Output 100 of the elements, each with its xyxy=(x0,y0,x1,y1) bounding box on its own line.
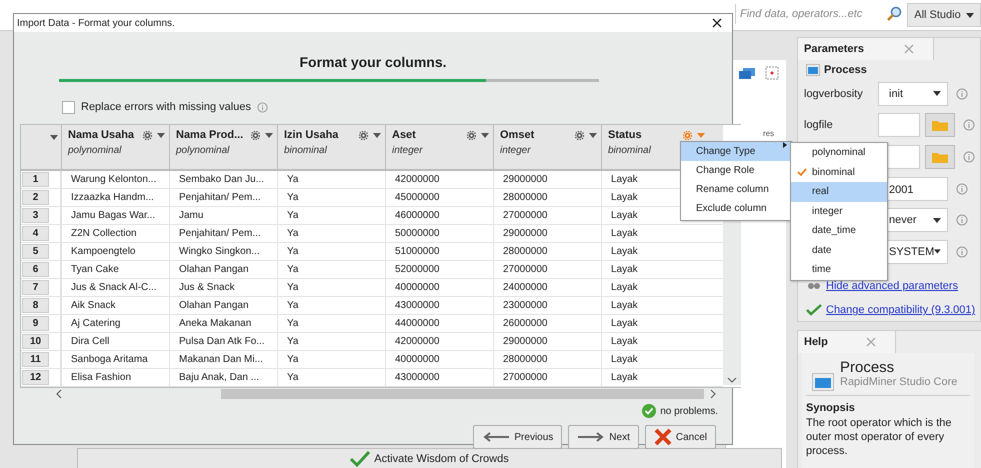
table-cell: 24000000 xyxy=(493,279,601,296)
parameter-dropdown[interactable]: init xyxy=(878,82,948,106)
table-cell: 40000000 xyxy=(385,279,493,296)
folder-icon xyxy=(932,150,948,163)
parameter-label: logverbosity xyxy=(803,88,864,100)
table-cell: Ya xyxy=(277,189,385,206)
search-field[interactable]: Find data, operators...etc xyxy=(735,4,885,24)
column-header: Izin Usaha xyxy=(284,129,338,141)
table-cell: 44000000 xyxy=(385,315,493,332)
scrollbar-thumb[interactable] xyxy=(221,388,704,398)
info-icon[interactable] xyxy=(256,102,268,112)
table-cell: Ya xyxy=(277,315,385,332)
caret-icon xyxy=(933,91,941,96)
parameters-tab[interactable]: Parameters xyxy=(798,38,934,60)
column-header: Status xyxy=(608,129,642,141)
process-icon xyxy=(806,64,820,76)
table-cell: Layak xyxy=(601,351,709,368)
port-label: res xyxy=(763,129,774,138)
caret-icon[interactable] xyxy=(481,132,489,138)
grid-frame-icon[interactable] xyxy=(765,66,779,80)
info-icon[interactable] xyxy=(963,119,975,132)
table-cell: Penjahitan/ Pem... xyxy=(169,189,277,206)
close-icon[interactable] xyxy=(712,18,722,28)
previous-button[interactable]: Previous xyxy=(473,425,562,449)
table-cell: Elisa Fashion xyxy=(61,369,169,386)
table-cell: Olahan Pangan xyxy=(169,261,277,278)
table-cell: Layak xyxy=(601,333,709,350)
caret-icon[interactable] xyxy=(589,132,597,138)
table-cell: 46000000 xyxy=(385,207,493,224)
table-cell: 52000000 xyxy=(385,261,493,278)
table-cell: Ya xyxy=(277,207,385,224)
table-cell: Layak xyxy=(601,297,709,314)
row-number: 2 xyxy=(22,190,49,205)
caret-icon[interactable] xyxy=(373,132,381,138)
help-text: The root operator which is the outer most operator of every process. xyxy=(806,416,953,458)
menu-item[interactable]: real xyxy=(791,182,887,202)
scope-dropdown[interactable]: All Studio xyxy=(907,3,981,27)
table-cell: Layak xyxy=(601,243,709,260)
parameter-link[interactable]: Change compatibility (9.3.001) xyxy=(826,304,976,316)
scroll-right-icon[interactable] xyxy=(710,388,716,398)
scroll-down-icon[interactable] xyxy=(727,377,737,383)
status-text: no problems. xyxy=(660,406,718,416)
check-icon xyxy=(796,168,806,176)
table-cell: Ya xyxy=(277,171,385,188)
row-number: 3 xyxy=(22,208,49,223)
table-cell: 27000000 xyxy=(493,261,601,278)
table-cell: 45000000 xyxy=(385,189,493,206)
caret-icon[interactable] xyxy=(265,132,273,138)
search-icon[interactable] xyxy=(886,6,902,22)
table-cell: Dira Cell xyxy=(61,333,169,350)
cancel-button[interactable]: Cancel xyxy=(644,425,716,449)
layers-icon[interactable] xyxy=(739,68,755,80)
info-icon[interactable] xyxy=(956,88,968,100)
process-icon xyxy=(812,373,834,391)
help-tab[interactable]: Help xyxy=(798,331,896,353)
table-cell: Makanan Dan Mi... xyxy=(169,351,277,368)
dialog-title: Import Data - Format your columns. xyxy=(17,18,175,28)
gear-icon[interactable] xyxy=(575,130,584,140)
checkbox-label: Replace errors with missing values xyxy=(81,101,251,113)
table-cell: 28000000 xyxy=(493,243,601,260)
file-field[interactable] xyxy=(878,113,920,138)
info-icon[interactable] xyxy=(956,214,968,226)
gear-icon[interactable] xyxy=(251,130,260,140)
caret-icon[interactable] xyxy=(157,132,165,138)
column-type: integer xyxy=(392,145,424,156)
menu-item[interactable]: polynominal xyxy=(791,143,887,162)
row-number: 1 xyxy=(22,172,49,187)
table-cell: 51000000 xyxy=(385,243,493,260)
menu-item[interactable]: Change Type xyxy=(681,142,791,161)
gear-icon[interactable] xyxy=(683,130,692,140)
checkbox[interactable] xyxy=(62,100,75,114)
row-number: 12 xyxy=(22,370,49,385)
table-cell: 29000000 xyxy=(493,171,601,188)
info-icon[interactable] xyxy=(963,150,975,163)
column-type: binominal xyxy=(284,145,328,156)
gear-icon[interactable] xyxy=(467,130,476,140)
info-icon[interactable] xyxy=(956,246,968,258)
wisdom-button[interactable]: Activate Wisdom of Crowds xyxy=(77,448,782,468)
next-button[interactable]: Next xyxy=(568,425,639,449)
caret-icon xyxy=(966,12,974,18)
table-cell: Layak xyxy=(601,225,709,242)
table-cell: Z2N Collection xyxy=(61,225,169,242)
table-cell: 27000000 xyxy=(493,369,601,386)
table-cell: Ya xyxy=(277,351,385,368)
info-icon[interactable] xyxy=(956,182,968,195)
table-cell: Layak xyxy=(601,315,709,332)
caret-icon[interactable] xyxy=(50,135,58,140)
table-cell: Ya xyxy=(277,243,385,260)
row-number: 9 xyxy=(22,316,49,331)
scroll-left-icon[interactable] xyxy=(56,388,62,398)
table-cell: Penjahitan/ Pem... xyxy=(169,225,277,242)
help-title: Process xyxy=(840,359,896,376)
parameter-link[interactable]: Hide advanced parameters xyxy=(826,280,958,292)
table-cell: Layak xyxy=(601,369,709,386)
column-header: Omset xyxy=(500,129,534,141)
table-cell: Jamu Bagas War... xyxy=(61,207,169,224)
submenu-arrow-icon xyxy=(783,142,787,148)
check-icon xyxy=(350,451,370,467)
gear-icon[interactable] xyxy=(359,130,368,140)
gear-icon[interactable] xyxy=(143,130,152,140)
